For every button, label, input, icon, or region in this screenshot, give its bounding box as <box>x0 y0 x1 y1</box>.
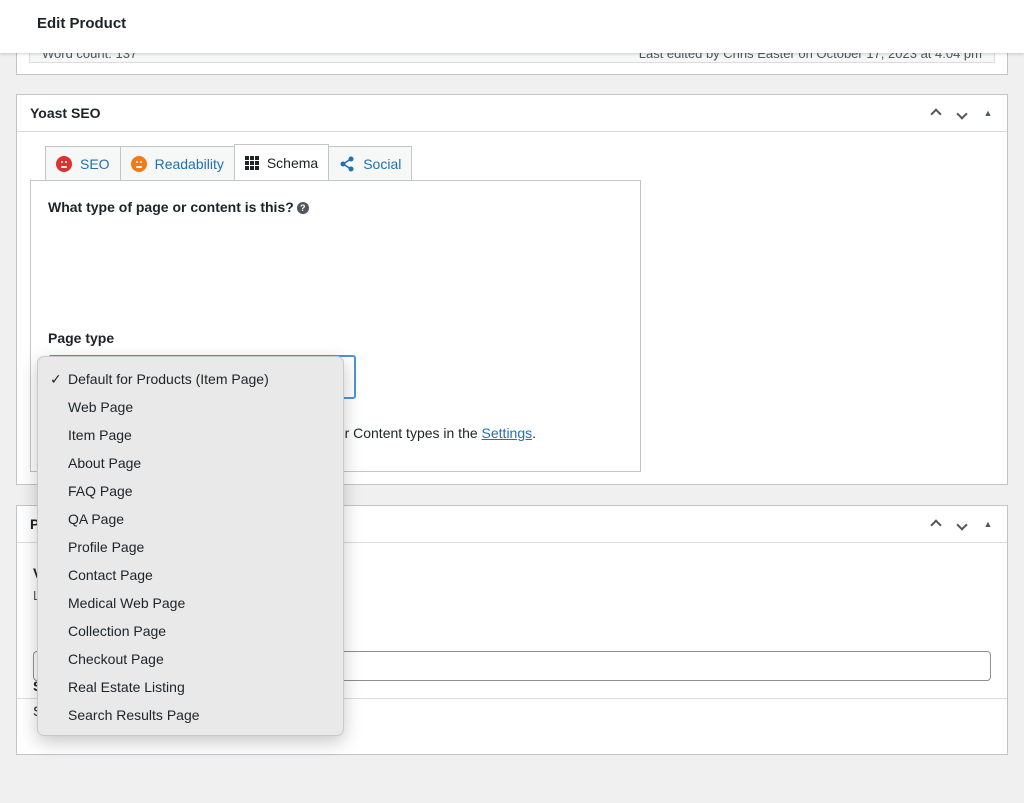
dropdown-option[interactable]: QA Page <box>38 505 343 533</box>
collapse-toggle-icon[interactable]: ▲ <box>977 103 999 123</box>
dropdown-option[interactable]: Search Results Page <box>38 701 343 729</box>
box-controls: ▲ <box>925 103 999 123</box>
red-face-icon <box>56 155 72 172</box>
dropdown-option[interactable]: Real Estate Listing <box>38 673 343 701</box>
dropdown-option[interactable]: ✓ Default for Products (Item Page) <box>38 365 343 393</box>
orange-face-icon <box>130 155 147 172</box>
dropdown-option[interactable]: Profile Page <box>38 533 343 561</box>
page-title: Edit Product <box>37 15 127 32</box>
top-bar: Edit Product <box>0 0 1024 53</box>
move-down-icon[interactable] <box>951 103 973 123</box>
page-type-dropdown: ✓ Default for Products (Item Page) Web Pa… <box>37 356 344 736</box>
tab-seo[interactable]: SEO <box>45 146 121 180</box>
share-icon <box>340 156 354 171</box>
page-type-label: Page type <box>48 330 115 346</box>
move-up-icon[interactable] <box>925 514 947 534</box>
move-down-icon[interactable] <box>951 514 973 534</box>
move-up-icon[interactable] <box>925 103 947 123</box>
tab-social[interactable]: Social <box>328 146 413 180</box>
dropdown-option[interactable]: Contact Page <box>38 561 343 589</box>
dropdown-option[interactable]: About Page <box>38 449 343 477</box>
dropdown-option[interactable]: Medical Web Page <box>38 589 343 617</box>
settings-link[interactable]: Settings <box>482 425 533 441</box>
dropdown-option[interactable]: Collection Page <box>38 617 343 645</box>
second-box-controls: ▲ <box>925 514 999 534</box>
yoast-tabs: SEO Readability Schema Social <box>45 144 413 180</box>
yoast-header: Yoast SEO ▲ <box>17 95 1007 132</box>
dropdown-option[interactable]: Checkout Page <box>38 645 343 673</box>
dropdown-option[interactable]: FAQ Page <box>38 477 343 505</box>
dropdown-option[interactable]: Item Page <box>38 421 343 449</box>
dropdown-option[interactable]: Web Page <box>38 393 343 421</box>
tab-readability[interactable]: Readability <box>119 146 235 180</box>
checkmark-icon: ✓ <box>50 371 62 387</box>
collapse-toggle-icon[interactable]: ▲ <box>977 514 999 534</box>
schema-question: What type of page or content is this?? <box>48 199 309 215</box>
grid-icon <box>244 155 259 170</box>
tab-schema[interactable]: Schema <box>233 144 330 180</box>
yoast-title: Yoast SEO <box>30 105 101 121</box>
page-type-description: der Content types in the Settings. <box>329 425 537 441</box>
help-icon[interactable]: ? <box>296 202 309 214</box>
